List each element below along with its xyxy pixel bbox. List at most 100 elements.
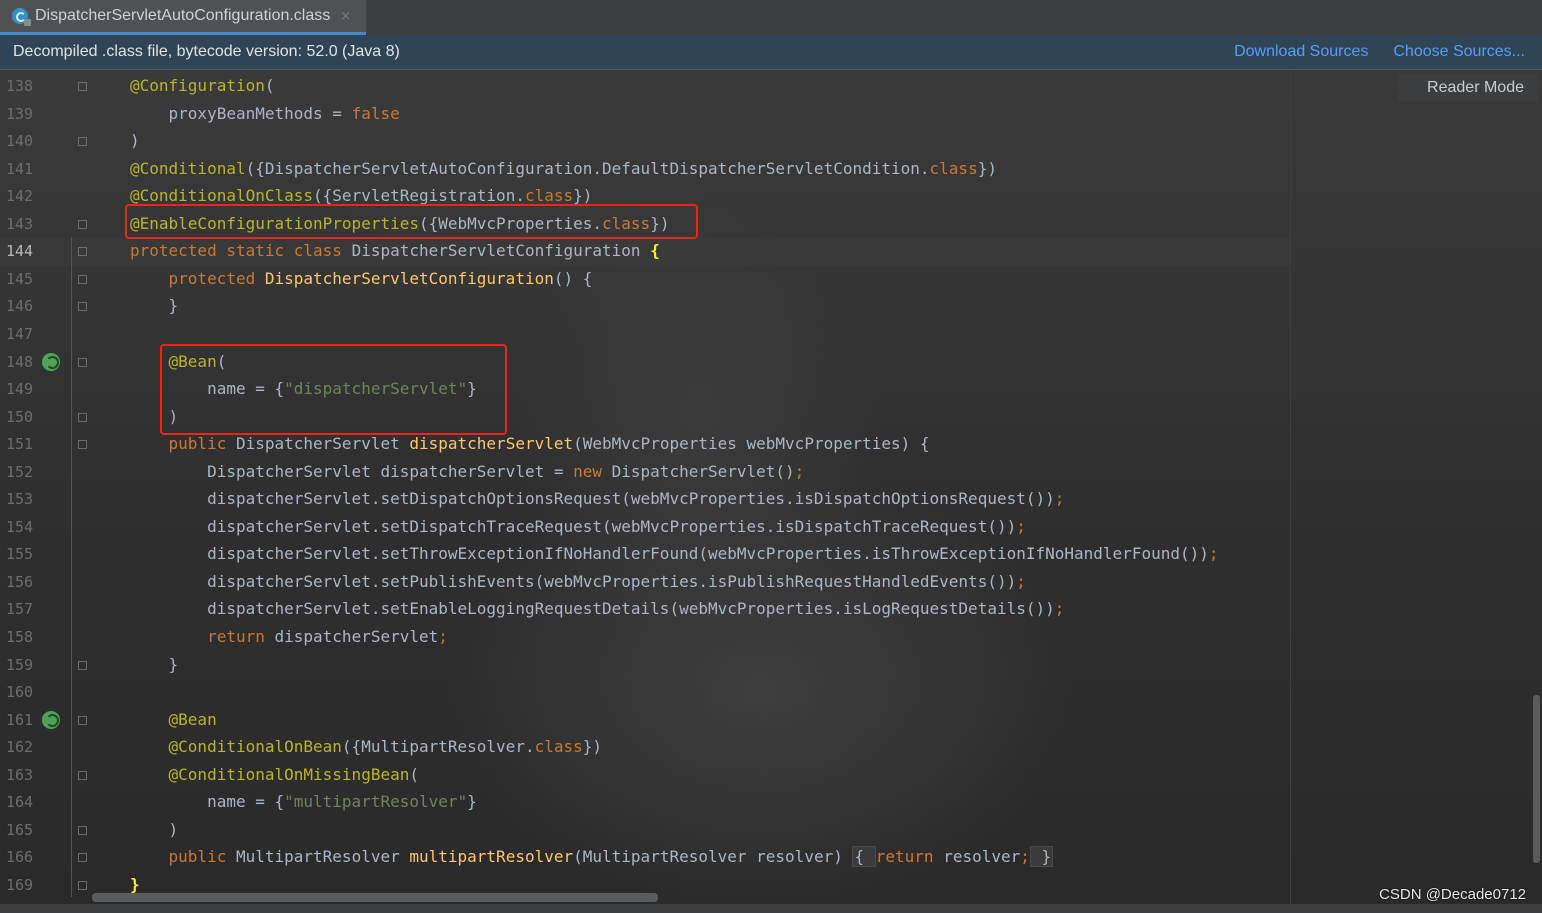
code-token: ; [1208, 544, 1219, 564]
fold-marker-icon[interactable] [78, 357, 87, 367]
fold-marker-icon[interactable] [78, 274, 87, 284]
vertical-scrollbar[interactable] [1533, 695, 1540, 863]
code-token: @ConditionalOnClass [130, 186, 314, 206]
code-token: MultipartResolver [235, 847, 410, 867]
code-token: ; [1054, 489, 1065, 509]
code-token: class [534, 737, 583, 757]
code-line: return dispatcherServlet; [130, 623, 448, 650]
code-token: } [130, 296, 179, 316]
line-number: 156 [6, 572, 34, 591]
reader-mode-button[interactable]: Reader Mode [1398, 74, 1538, 101]
editor-tab-bar: DispatcherServletAutoConfiguration.class… [0, 0, 1542, 36]
fold-marker-icon[interactable] [78, 302, 87, 312]
line-number: 138 [6, 77, 34, 95]
line-number: 163 [6, 765, 34, 784]
code-line: @Conditional({DispatcherServletAutoConfi… [130, 155, 997, 182]
code-token: proxyBeanMethods = [130, 103, 352, 123]
fold-marker-icon[interactable] [78, 660, 87, 670]
fold-marker-icon[interactable] [78, 715, 87, 725]
line-number: 154 [6, 517, 34, 536]
code-token: protected [130, 268, 265, 288]
line-number: 157 [6, 600, 34, 619]
code-token: "multipartResolver" [284, 792, 468, 812]
code-line: public MultipartResolver multipartResolv… [130, 843, 1054, 870]
code-token: dispatcherServlet.setEnableLoggingReques… [130, 599, 1055, 619]
code-token: }) [977, 158, 997, 178]
line-number: 149 [6, 380, 34, 399]
horizontal-scrollbar[interactable] [92, 893, 658, 902]
fold-marker-icon[interactable] [78, 82, 87, 91]
fold-marker-icon[interactable] [78, 770, 87, 780]
fold-marker-icon[interactable] [78, 247, 87, 257]
editor-bottom-edge [0, 904, 1542, 913]
code-token: ; [1016, 516, 1026, 536]
watermark: CSDN @Decade0712 [1379, 886, 1526, 903]
code-token: ({DispatcherServletAutoConfiguration.Def… [245, 158, 930, 178]
fold-marker-icon[interactable] [78, 880, 87, 890]
code-token: (WebMvcProperties webMvcProperties) { [573, 434, 930, 454]
fold-marker-icon[interactable] [78, 219, 87, 229]
code-token: ) [130, 819, 179, 839]
code-line: protected DispatcherServletConfiguration… [130, 265, 593, 292]
code-token: public [130, 847, 236, 867]
highlight-box-enable-configuration-properties [125, 204, 698, 239]
java-class-icon [12, 8, 31, 26]
line-number: 147 [6, 324, 34, 343]
code-token: @Bean [130, 709, 217, 729]
fold-marker-icon[interactable] [78, 853, 87, 863]
line-number: 141 [6, 159, 34, 178]
fold-marker-icon[interactable] [78, 440, 87, 450]
code-token: @Configuration [130, 76, 265, 95]
code-line: } [130, 292, 179, 319]
line-number-gutter: 138 139 140 141 142 143 144 145 146 147 148 149 150 1… [0, 70, 95, 913]
line-number: 158 [6, 628, 34, 646]
fold-marker-icon[interactable] [78, 825, 87, 835]
code-token: ( [409, 764, 419, 784]
code-token: DispatcherServletConfiguration [264, 268, 554, 288]
code-line: @Configuration( [130, 72, 275, 99]
line-number: 159 [6, 655, 34, 674]
line-number: 160 [6, 683, 34, 702]
code-token: } [467, 792, 477, 812]
code-token: () { [553, 268, 593, 288]
code-token: ; [1016, 571, 1026, 591]
code-token: DispatcherServlet [235, 434, 410, 454]
tab-dispatcher-servlet-auto-configuration[interactable]: DispatcherServletAutoConfiguration.class… [0, 0, 366, 35]
code-token: ; [438, 627, 448, 646]
line-number: 153 [6, 490, 34, 509]
code-token: ({MultipartResolver. [341, 737, 535, 757]
code-token: resolver [943, 847, 1021, 867]
code-line: ) [130, 127, 140, 154]
code-token: @ConditionalOnMissingBean [130, 764, 410, 784]
spring-bean-icon[interactable] [42, 710, 60, 729]
spring-bean-icon[interactable] [42, 352, 60, 371]
code-token: dispatcherServlet.setDispatchOptionsRequ… [130, 489, 1055, 509]
fold-marker-icon[interactable] [78, 412, 87, 422]
code-token: { [852, 846, 876, 868]
code-token: return [875, 847, 944, 867]
code-token: class [929, 158, 978, 178]
choose-sources-link[interactable]: Choose Sources... [1393, 43, 1525, 61]
close-icon[interactable]: × [340, 9, 351, 24]
fold-marker-icon[interactable] [78, 137, 87, 147]
code-token: @Conditional [130, 158, 246, 178]
code-token: ; [1054, 599, 1065, 619]
code-line: dispatcherServlet.setDispatchTraceReques… [130, 513, 1026, 540]
code-token: new [573, 461, 612, 481]
code-line: name = {"multipartResolver"} [130, 788, 477, 815]
line-number: 146 [6, 297, 34, 316]
code-token: ; [1020, 847, 1030, 867]
download-sources-link[interactable]: Download Sources [1234, 43, 1368, 61]
code-token: DispatcherServletConfiguration [351, 241, 651, 261]
code-token: name = { [130, 792, 285, 812]
code-token: ({ServletRegistration. [313, 186, 525, 206]
code-token: ( [264, 76, 275, 95]
code-token: DispatcherServlet() [611, 461, 795, 481]
line-number: 151 [6, 435, 34, 454]
code-token: } [130, 874, 140, 894]
code-token: ; [794, 461, 805, 481]
code-line: @Bean [130, 706, 217, 733]
code-token: protected static class [130, 241, 352, 261]
code-line: dispatcherServlet.setDispatchOptionsRequ… [130, 485, 1064, 512]
code-token: dispatcherServlet [274, 627, 439, 646]
